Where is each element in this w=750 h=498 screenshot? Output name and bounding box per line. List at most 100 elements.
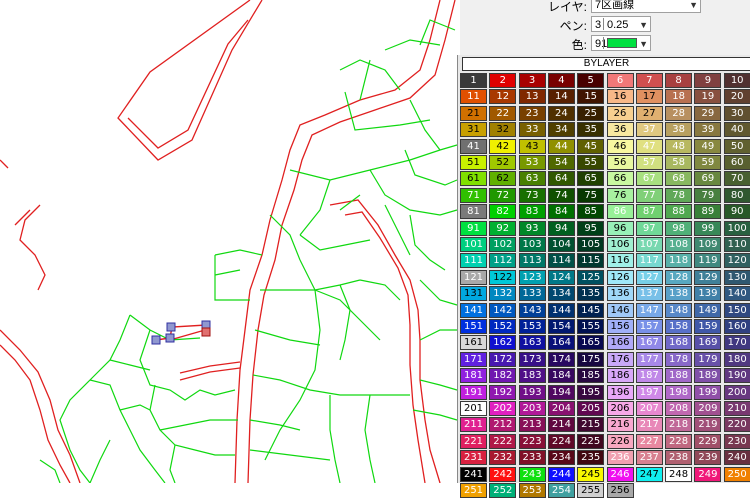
color-cell-88[interactable]: 88 [665,204,693,220]
color-cell-184[interactable]: 184 [547,368,575,384]
color-cell-28[interactable]: 28 [665,105,693,121]
color-cell-71[interactable]: 71 [460,187,487,203]
color-cell-149[interactable]: 149 [694,302,722,318]
color-cell-14[interactable]: 14 [547,89,575,105]
color-cell-103[interactable]: 103 [518,237,546,252]
color-cell-76[interactable]: 76 [606,187,634,203]
color-cell-7[interactable]: 7 [635,73,663,88]
color-cell-222[interactable]: 222 [489,433,517,449]
color-cell-142[interactable]: 142 [489,302,517,318]
color-cell-119[interactable]: 119 [694,253,722,269]
color-cell-58[interactable]: 58 [665,155,693,170]
color-cell-227[interactable]: 227 [635,433,663,449]
color-cell-141[interactable]: 141 [460,302,487,318]
color-cell-50[interactable]: 50 [723,138,750,154]
color-cell-93[interactable]: 93 [518,220,546,236]
color-cell-13[interactable]: 13 [518,89,546,105]
color-cell-26[interactable]: 26 [606,105,634,121]
color-cell-140[interactable]: 140 [723,286,750,302]
color-cell-180[interactable]: 180 [723,351,750,367]
color-cell-116[interactable]: 116 [606,253,634,269]
color-cell-42[interactable]: 42 [489,138,517,154]
color-cell-85[interactable]: 85 [577,204,605,220]
color-cell-172[interactable]: 172 [489,351,517,367]
color-cell-187[interactable]: 187 [635,368,663,384]
color-cell-31[interactable]: 31 [460,122,487,138]
color-cell-251[interactable]: 251 [460,483,487,498]
color-cell-37[interactable]: 37 [635,122,663,138]
color-cell-91[interactable]: 91 [460,220,487,236]
color-cell-124[interactable]: 124 [547,269,575,285]
color-cell-9[interactable]: 9 [694,73,722,88]
color-cell-34[interactable]: 34 [547,122,575,138]
color-cell-243[interactable]: 243 [518,466,546,482]
color-cell-203[interactable]: 203 [518,401,546,416]
color-cell-170[interactable]: 170 [723,335,750,351]
color-cell-179[interactable]: 179 [694,351,722,367]
color-cell-231[interactable]: 231 [460,450,487,466]
color-cell-211[interactable]: 211 [460,417,487,433]
color-cell-48[interactable]: 48 [665,138,693,154]
color-cell-106[interactable]: 106 [606,237,634,252]
color-cell-98[interactable]: 98 [665,220,693,236]
color-cell-5[interactable]: 5 [577,73,605,88]
color-cell-189[interactable]: 189 [694,368,722,384]
color-cell-53[interactable]: 53 [518,155,546,170]
color-cell-82[interactable]: 82 [489,204,517,220]
color-cell-214[interactable]: 214 [547,417,575,433]
color-cell-86[interactable]: 86 [606,204,634,220]
color-cell-22[interactable]: 22 [489,105,517,121]
color-cell-20[interactable]: 20 [723,89,750,105]
color-cell-107[interactable]: 107 [635,237,663,252]
color-cell-169[interactable]: 169 [694,335,722,351]
color-cell-216[interactable]: 216 [606,417,634,433]
color-cell-158[interactable]: 158 [665,319,693,334]
color-cell-157[interactable]: 157 [635,319,663,334]
color-cell-60[interactable]: 60 [723,155,750,170]
color-cell-205[interactable]: 205 [577,401,605,416]
color-cell-208[interactable]: 208 [665,401,693,416]
color-cell-63[interactable]: 63 [518,171,546,187]
color-cell-249[interactable]: 249 [694,466,722,482]
color-cell-162[interactable]: 162 [489,335,517,351]
color-cell-197[interactable]: 197 [635,384,663,400]
color-cell-23[interactable]: 23 [518,105,546,121]
color-cell-239[interactable]: 239 [694,450,722,466]
color-cell-59[interactable]: 59 [694,155,722,170]
color-select[interactable]: 91 ▼ [591,35,651,51]
color-cell-61[interactable]: 61 [460,171,487,187]
color-cell-155[interactable]: 155 [577,319,605,334]
color-cell-186[interactable]: 186 [606,368,634,384]
color-cell-202[interactable]: 202 [489,401,517,416]
color-cell-39[interactable]: 39 [694,122,722,138]
color-cell-24[interactable]: 24 [547,105,575,121]
color-cell-221[interactable]: 221 [460,433,487,449]
color-cell-225[interactable]: 225 [577,433,605,449]
color-cell-75[interactable]: 75 [577,187,605,203]
color-cell-66[interactable]: 66 [606,171,634,187]
color-cell-57[interactable]: 57 [635,155,663,170]
color-cell-51[interactable]: 51 [460,155,487,170]
color-cell-105[interactable]: 105 [577,237,605,252]
color-cell-96[interactable]: 96 [606,220,634,236]
color-cell-92[interactable]: 92 [489,220,517,236]
color-cell-25[interactable]: 25 [577,105,605,121]
color-cell-165[interactable]: 165 [577,335,605,351]
color-cell-137[interactable]: 137 [635,286,663,302]
color-cell-118[interactable]: 118 [665,253,693,269]
color-cell-159[interactable]: 159 [694,319,722,334]
color-cell-80[interactable]: 80 [723,187,750,203]
color-cell-113[interactable]: 113 [518,253,546,269]
color-cell-55[interactable]: 55 [577,155,605,170]
color-cell-178[interactable]: 178 [665,351,693,367]
color-cell-242[interactable]: 242 [489,466,517,482]
color-cell-72[interactable]: 72 [489,187,517,203]
color-cell-204[interactable]: 204 [547,401,575,416]
color-cell-176[interactable]: 176 [606,351,634,367]
color-cell-11[interactable]: 11 [460,89,487,105]
color-cell-30[interactable]: 30 [723,105,750,121]
color-cell-152[interactable]: 152 [489,319,517,334]
color-cell-252[interactable]: 252 [489,483,517,498]
color-cell-206[interactable]: 206 [606,401,634,416]
color-cell-121[interactable]: 121 [460,269,487,285]
